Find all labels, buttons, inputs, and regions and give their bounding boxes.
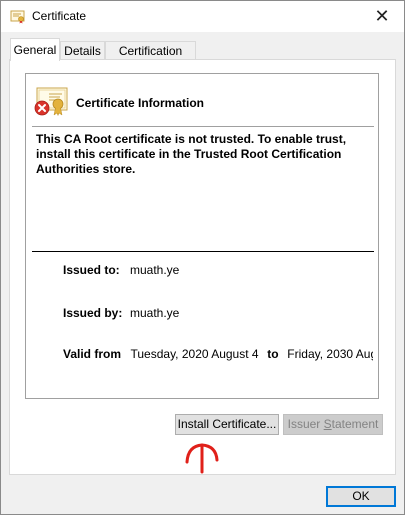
issued-to-value: muath.ye [130,263,180,277]
divider [32,251,374,252]
general-tab-panel: Certificate Information This CA Root cer… [9,59,396,475]
valid-to-value: Friday, 2030 August 2 [287,347,373,361]
valid-from-value: Tuesday, 2020 August 4 [130,347,259,361]
issuer-statement-button[interactable]: Issuer Statement [283,414,383,435]
certificate-icon [10,10,25,24]
valid-from-label: Valid from [63,347,122,361]
certificate-information-heading: Certificate Information [76,96,205,110]
untrusted-warning-text: This CA Root certificate is not trusted.… [36,132,347,176]
untrusted-certificate-icon [34,87,68,117]
valid-to-label: to [267,347,279,361]
close-button[interactable]: ✕ [360,1,404,32]
divider [32,126,374,127]
issued-to-label: Issued to: [63,263,120,277]
window-title: Certificate [32,9,87,23]
validity-row: Valid from Tuesday, 2020 August 4 to Fri… [63,347,373,361]
close-icon: ✕ [374,6,390,26]
issued-by-value: muath.ye [130,306,180,320]
tab-general[interactable]: General [10,38,60,61]
tab-certification-path[interactable]: Certification Path [105,41,196,76]
red-arrow-annotation [185,443,219,474]
install-certificate-button[interactable]: Install Certificate... [175,414,279,435]
title-bar: Certificate ✕ [1,1,404,32]
certificate-dialog: Certificate ✕ General Details Certificat… [0,0,405,515]
tab-details[interactable]: Details [60,41,105,59]
ok-button[interactable]: OK [326,486,396,507]
issued-by-label: Issued by: [63,306,123,320]
certificate-information-box: Certificate Information This CA Root cer… [25,73,379,399]
